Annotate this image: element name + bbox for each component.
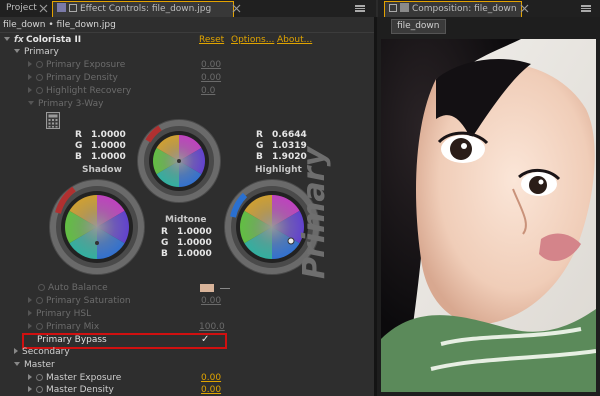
left-tab-bar: Project Effect Controls: file_down.jpg bbox=[0, 0, 376, 18]
stopwatch-icon[interactable] bbox=[36, 323, 43, 330]
composition-viewer[interactable] bbox=[381, 39, 596, 392]
shadow-readout: R 1.0000 G 1.0000 B 1.0000 bbox=[75, 130, 126, 163]
midtone-b-value: 1.0000 bbox=[177, 249, 212, 259]
master-density-value[interactable]: 0.00 bbox=[201, 384, 221, 396]
tab-project-label: Project bbox=[6, 3, 37, 13]
stopwatch-icon[interactable] bbox=[38, 284, 45, 291]
panel-menu-icon[interactable] bbox=[581, 5, 591, 12]
g-label: G bbox=[75, 141, 83, 151]
panel-title-vertical: Primary bbox=[297, 147, 332, 279]
secondary-group[interactable]: Secondary bbox=[0, 346, 374, 358]
close-icon[interactable] bbox=[520, 4, 529, 13]
shadow-g-value: 1.0000 bbox=[91, 141, 126, 151]
g-label: G bbox=[161, 238, 169, 248]
tab-composition-label: Composition: file_down bbox=[412, 4, 517, 14]
stopwatch-icon[interactable] bbox=[36, 386, 43, 393]
right-tab-bar: Composition: file_down bbox=[378, 0, 600, 18]
shadow-label: Shadow bbox=[82, 165, 122, 175]
primary-bypass-row: Primary Bypass ✓ bbox=[0, 333, 374, 349]
master-density-row: Master Density 0.00 bbox=[0, 384, 374, 396]
b-label: B bbox=[256, 152, 263, 162]
primary-saturation-row: Primary Saturation 0.00 bbox=[0, 295, 374, 307]
auto-balance-label: Auto Balance bbox=[48, 283, 108, 293]
viewer-image bbox=[381, 39, 596, 392]
panel-menu-icon[interactable] bbox=[355, 5, 365, 12]
g-label: G bbox=[256, 141, 264, 151]
composition-icon bbox=[400, 3, 409, 12]
panel-lock-icon bbox=[389, 4, 397, 12]
master-group[interactable]: Master bbox=[0, 359, 374, 371]
effect-controls-icon bbox=[57, 3, 66, 12]
expand-toggle[interactable] bbox=[28, 374, 32, 380]
midtone-g-value: 1.0000 bbox=[177, 238, 212, 248]
highlight-label: Highlight bbox=[255, 165, 302, 175]
primary-mix-label: Primary Mix bbox=[46, 322, 100, 332]
panel-lock-icon bbox=[69, 4, 77, 12]
master-exposure-label: Master Exposure bbox=[46, 373, 122, 383]
eyedropper-icon[interactable] bbox=[220, 288, 230, 289]
stopwatch-icon[interactable] bbox=[36, 374, 43, 381]
b-label: B bbox=[161, 249, 168, 259]
primary-mix-value[interactable]: 100.0 bbox=[199, 321, 225, 333]
midtone-readout: R 1.0000 G 1.0000 B 1.0000 bbox=[161, 227, 212, 260]
shadow-wheel[interactable] bbox=[49, 179, 145, 275]
close-icon[interactable] bbox=[232, 4, 241, 13]
r-label: R bbox=[75, 130, 82, 140]
expand-toggle[interactable] bbox=[28, 386, 32, 392]
primary-bypass-checkbox[interactable]: ✓ bbox=[201, 334, 209, 346]
tab-effect-controls[interactable]: Effect Controls: file_down.jpg bbox=[52, 1, 234, 18]
master-density-label: Master Density bbox=[46, 385, 114, 395]
primary-hsl-row: Primary HSL bbox=[0, 308, 374, 320]
tab-effect-controls-label: Effect Controls: file_down.jpg bbox=[80, 4, 212, 14]
auto-balance-row: Auto Balance bbox=[0, 282, 374, 294]
close-icon[interactable] bbox=[39, 4, 48, 13]
primary-hsl-label: Primary HSL bbox=[36, 309, 92, 319]
shadow-r-value: 1.0000 bbox=[91, 130, 126, 140]
composition-subtab[interactable]: file_down bbox=[391, 19, 446, 34]
midtone-label: Midtone bbox=[165, 215, 207, 225]
midtone-r-value: 1.0000 bbox=[177, 227, 212, 237]
primary-mix-row: Primary Mix 100.0 bbox=[0, 321, 374, 333]
tab-project[interactable]: Project bbox=[2, 1, 41, 16]
tab-composition[interactable]: Composition: file_down bbox=[384, 1, 522, 18]
primary-saturation-label: Primary Saturation bbox=[46, 296, 131, 306]
secondary-group-label: Secondary bbox=[22, 347, 70, 357]
master-exposure-row: Master Exposure 0.00 bbox=[0, 372, 374, 384]
expand-toggle[interactable] bbox=[28, 297, 32, 303]
expand-toggle[interactable] bbox=[28, 310, 32, 316]
stopwatch-icon[interactable] bbox=[36, 297, 43, 304]
r-label: R bbox=[256, 130, 263, 140]
auto-balance-swatch[interactable] bbox=[200, 284, 214, 292]
b-label: B bbox=[75, 152, 82, 162]
shadow-b-value: 1.0000 bbox=[91, 152, 126, 162]
highlight-r-value: 0.6644 bbox=[272, 130, 307, 140]
primary-saturation-value[interactable]: 0.00 bbox=[201, 295, 221, 307]
primary-bypass-label: Primary Bypass bbox=[37, 335, 107, 345]
master-group-label: Master bbox=[24, 360, 55, 370]
r-label: R bbox=[161, 227, 168, 237]
midtone-wheel[interactable] bbox=[137, 119, 221, 203]
expand-toggle[interactable] bbox=[28, 323, 32, 329]
effect-controls-panel: file_down • file_down.jpg fx Colorista I… bbox=[0, 17, 374, 396]
master-exposure-value[interactable]: 0.00 bbox=[201, 372, 221, 384]
